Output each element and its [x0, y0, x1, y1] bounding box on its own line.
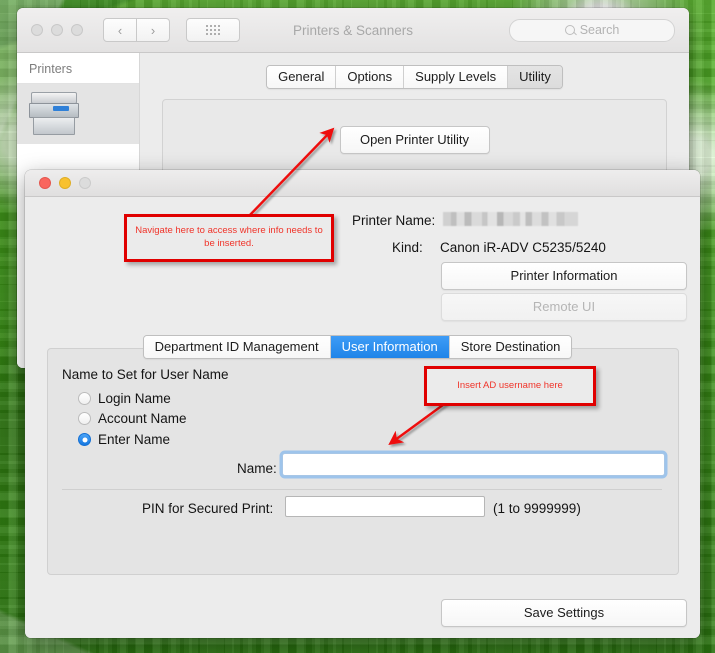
- search-placeholder: Search: [579, 23, 620, 37]
- pin-field-label: PIN for Secured Print:: [142, 501, 274, 516]
- name-to-set-group-label: Name to Set for User Name: [62, 367, 229, 382]
- traffic-lights-utility: [39, 177, 91, 189]
- kind-label: Kind:: [392, 240, 423, 255]
- radio-icon[interactable]: [78, 412, 91, 425]
- annotation-navigate: Navigate here to access where info needs…: [124, 214, 334, 262]
- pin-range-hint: (1 to 9999999): [493, 501, 581, 516]
- remote-ui-button: Remote UI: [441, 293, 687, 321]
- radio-icon-selected[interactable]: [78, 433, 91, 446]
- close-button[interactable]: [31, 24, 43, 36]
- radio-label: Login Name: [98, 391, 171, 406]
- tab-supply-levels[interactable]: Supply Levels: [404, 66, 509, 88]
- sidebar-item-printer[interactable]: [17, 84, 139, 144]
- tab-general[interactable]: General: [267, 66, 337, 88]
- sidebar-header: Printers: [17, 53, 139, 84]
- radio-enter-name[interactable]: Enter Name: [78, 432, 170, 447]
- panel-divider: [62, 489, 662, 490]
- tab-options[interactable]: Options: [336, 66, 405, 88]
- zoom-button[interactable]: [71, 24, 83, 36]
- tab-utility[interactable]: Utility: [508, 66, 562, 88]
- save-settings-button[interactable]: Save Settings: [441, 599, 687, 627]
- name-input[interactable]: [282, 453, 665, 476]
- printer-name-value-redacted: [443, 212, 578, 226]
- radio-label: Enter Name: [98, 432, 171, 447]
- back-button[interactable]: ‹: [103, 18, 137, 42]
- prefs-titlebar: ‹ › Printers & Scanners Search: [17, 8, 689, 53]
- minimize-button[interactable]: [51, 24, 63, 36]
- radio-icon[interactable]: [78, 392, 91, 405]
- annotation-insert: Insert AD username here: [424, 366, 596, 406]
- printer-icon: [27, 90, 81, 136]
- printer-information-button[interactable]: Printer Information: [441, 262, 687, 290]
- radio-label: Account Name: [98, 411, 187, 426]
- printer-name-label: Printer Name:: [352, 213, 436, 228]
- utility-tab-segment[interactable]: Department ID Management User Informatio…: [142, 335, 573, 359]
- traffic-lights-prefs: [31, 24, 83, 36]
- utility-tabbar[interactable]: Department ID Management User Informatio…: [0, 335, 715, 359]
- prefs-tab-segment[interactable]: General Options Supply Levels Utility: [266, 65, 563, 89]
- search-field[interactable]: Search: [509, 18, 675, 42]
- radio-account-name[interactable]: Account Name: [78, 411, 187, 426]
- pin-input[interactable]: [285, 496, 485, 517]
- kind-value: Canon iR-ADV C5235/5240: [440, 240, 606, 255]
- grid-icon: [206, 25, 220, 35]
- tab-user-information[interactable]: User Information: [330, 336, 450, 358]
- nav-buttons[interactable]: ‹ ›: [103, 18, 170, 42]
- search-icon: [564, 25, 575, 35]
- show-all-button[interactable]: [186, 18, 240, 42]
- forward-button[interactable]: ›: [137, 18, 170, 42]
- utility-titlebar: [25, 170, 700, 197]
- name-field-label: Name:: [237, 461, 277, 476]
- tab-store-destination[interactable]: Store Destination: [449, 336, 572, 358]
- prefs-tabbar[interactable]: General Options Supply Levels Utility: [140, 53, 689, 89]
- zoom-button: [79, 177, 91, 189]
- radio-login-name[interactable]: Login Name: [78, 391, 171, 406]
- open-printer-utility-button[interactable]: Open Printer Utility: [339, 126, 490, 154]
- tab-department-id-management[interactable]: Department ID Management: [143, 336, 331, 358]
- minimize-button[interactable]: [59, 177, 71, 189]
- close-button[interactable]: [39, 177, 51, 189]
